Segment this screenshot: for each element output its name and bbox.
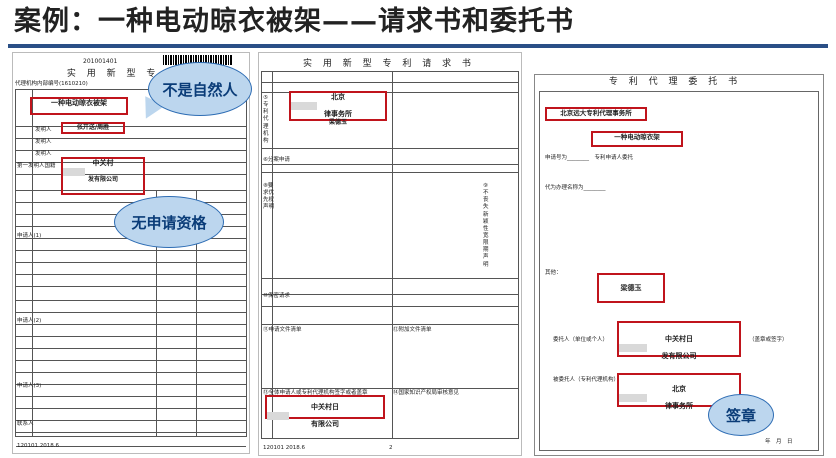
- seal-label: （盖章或签字）: [749, 337, 788, 343]
- patent-agency-power-of-attorney: 专 利 代 理 委 托 书 申请号为________ 专利申请人委托 代为办理名…: [534, 74, 824, 456]
- row-label-applicant-2: 申请人(2): [17, 318, 42, 324]
- line-3: 其他：: [545, 270, 562, 276]
- date-line: 年 月 日: [765, 439, 793, 445]
- section-priority: ⑧要求优先权声明: [263, 183, 275, 211]
- row-label-inventor-3: 发明人: [35, 151, 52, 157]
- form-heading: 实 用 新 型 专 利 请 求 书: [303, 59, 475, 69]
- form-heading: 专 利 代 理 委 托 书: [608, 77, 742, 87]
- agent-highlight: 梁德玉: [597, 273, 665, 303]
- section-secrecy: ⑩保密请求: [263, 293, 290, 299]
- row-label-applicant-3: 申请人(3): [17, 383, 42, 389]
- client-highlight: 中关村日 发有限公司: [617, 321, 741, 360]
- section-divisional: ⑥分案申请: [263, 157, 290, 163]
- agency-highlight: 北京远大专利代理事务所: [545, 107, 647, 121]
- row-label-nationality: 第一发明人国籍: [17, 163, 56, 169]
- invention-name-highlight: 一种电动晾衣架: [591, 131, 683, 147]
- title-underline: [8, 44, 828, 48]
- client-label: 委托人（单位或个人）: [553, 337, 609, 343]
- row-label-applicant-1: 申请人(1): [17, 233, 42, 239]
- row-label-inventor-2: 发明人: [35, 139, 52, 145]
- line-1: 申请号为________ 专利申请人委托: [545, 155, 634, 161]
- agency-highlight: 北京 律事务所 梁德玉: [289, 91, 387, 126]
- inventor-highlight: 张开送/周胜: [61, 122, 125, 134]
- footer-code: 120101 2018.6: [17, 443, 59, 449]
- section-additional-files: ⑫附加文件清单: [393, 327, 432, 333]
- row-label-inventor-1: 发明人: [35, 127, 52, 133]
- applicant-highlight: 中关村 发有限公司: [61, 157, 145, 195]
- signature-highlight: 中关村日 有限公司: [265, 395, 385, 428]
- section-file-list: ⑪申请文件清单: [263, 327, 302, 333]
- utility-model-request-form-page2: 实 用 新 型 专 利 请 求 书 ⑤专利代理机构 ⑥分案申请 ⑧要求优先权声明…: [258, 52, 522, 456]
- footer-code: 120101 2018.6: [263, 445, 305, 451]
- line-2: 代为办理名称为________: [545, 185, 606, 191]
- section-agency: ⑤专利代理机构: [263, 95, 269, 144]
- form-code: 201001401: [83, 58, 118, 65]
- section-grace: ⑨不丧失新颖性宽限期声明: [483, 183, 489, 268]
- invention-name-highlight: 一种电动晾衣被架: [30, 97, 128, 115]
- section-review: ⑭国家知识产权局审核意见: [393, 390, 460, 396]
- callout-no-qualification: 无申请资格: [114, 196, 224, 248]
- agency-label: 被委托人（专利代理机构）: [553, 377, 620, 383]
- row-label-contact: 联系人: [17, 421, 34, 427]
- page-number: 2: [389, 445, 393, 451]
- callout-not-natural-person: 不是自然人: [148, 62, 252, 116]
- callout-seal: 签章: [708, 394, 774, 436]
- slide-title: 案例：一种电动晾衣被架——请求书和委托书: [14, 6, 574, 37]
- agency-internal-number: 代理机构内部编号(1610210): [15, 81, 88, 87]
